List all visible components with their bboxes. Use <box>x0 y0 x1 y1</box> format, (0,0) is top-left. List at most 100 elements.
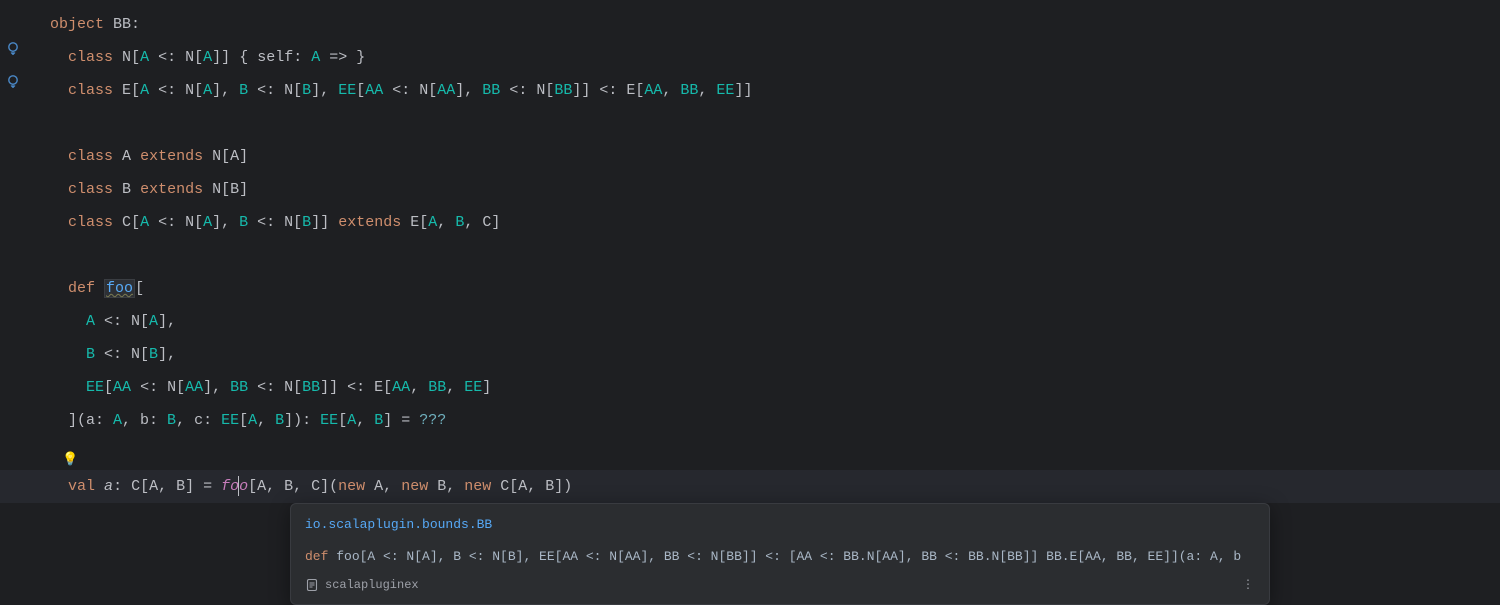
keyword: extends <box>338 214 401 231</box>
class-name: E <box>122 82 131 99</box>
val-name: a <box>104 478 113 495</box>
punct: [ <box>194 49 203 66</box>
type-param: EE <box>221 412 239 429</box>
keyword: new <box>464 478 491 495</box>
type-param: A <box>347 412 356 429</box>
object-name: BB <box>113 16 131 33</box>
type-param: B <box>374 412 383 429</box>
keyword: class <box>68 148 113 165</box>
punct: : <box>131 16 140 33</box>
type-param: AA <box>185 379 203 396</box>
type-param: AA <box>392 379 410 396</box>
call-args: [A, B, C]( <box>248 478 338 495</box>
documentation-popup[interactable]: io.scalaplugin.bounds.BB def foo[A <: N[… <box>290 503 1270 605</box>
empty-line[interactable] <box>50 437 1500 470</box>
type-param: EE <box>86 379 104 396</box>
type-param: A <box>86 313 95 330</box>
method-name: foo <box>104 279 135 298</box>
type-param: B <box>86 346 95 363</box>
keyword: new <box>401 478 428 495</box>
class-name: A <box>122 148 131 165</box>
code-area[interactable]: object BB: class N[A <: N[A]] { self: A … <box>50 8 1500 503</box>
type-args: [A, B] = <box>140 478 221 495</box>
keyword: class <box>68 82 113 99</box>
keyword: class <box>68 49 113 66</box>
punct: : <box>113 478 131 495</box>
type-param: BB <box>428 379 446 396</box>
type-param: B <box>149 346 158 363</box>
code-line[interactable]: class N[A <: N[A]] { self: A => } <box>50 41 1500 74</box>
keyword: class <box>68 181 113 198</box>
code-line[interactable]: class B extends N[B] <box>50 173 1500 206</box>
popup-signature: def foo[A <: N[A], B <: N[B], EE[AA <: N… <box>305 546 1255 568</box>
keyword: extends <box>140 181 203 198</box>
keyword: class <box>68 214 113 231</box>
code-line[interactable]: object BB: <box>50 8 1500 41</box>
popup-source-label: scalapluginex <box>325 574 419 596</box>
type-param: EE <box>464 379 482 396</box>
keyword: extends <box>140 148 203 165</box>
type-args: [A] <box>221 148 248 165</box>
placeholder: ??? <box>419 412 446 429</box>
gutter <box>0 0 30 600</box>
type-param: A <box>149 313 158 330</box>
code-line[interactable]: ](a: A, b: B, c: EE[A, B]): EE[A, B] = ?… <box>50 404 1500 437</box>
type-args: [B] <box>221 181 248 198</box>
type-param: A <box>113 412 122 429</box>
implementing-icon[interactable] <box>6 74 20 88</box>
type-param: A <box>140 49 149 66</box>
type-param: B <box>167 412 176 429</box>
text: B, <box>428 478 464 495</box>
type-param: BB <box>230 379 248 396</box>
implementing-icon[interactable] <box>6 41 20 55</box>
code-line[interactable]: def foo[ <box>50 272 1500 305</box>
punct: [ <box>131 49 140 66</box>
type-sig: [A <: N[A], B <: N[B]] <box>131 214 329 231</box>
type-ref: N <box>212 181 221 198</box>
type-param: A <box>203 49 212 66</box>
type-param: BB <box>302 379 320 396</box>
code-line[interactable]: class E[A <: N[A], B <: N[B], EE[AA <: N… <box>50 74 1500 107</box>
keyword: new <box>338 478 365 495</box>
type-ref: N <box>212 148 221 165</box>
type-ref: C <box>131 478 140 495</box>
type-args: [A, B, C] <box>419 214 500 231</box>
text: => } <box>320 49 365 66</box>
keyword: object <box>50 16 104 33</box>
punct: ] <box>221 49 230 66</box>
code-line[interactable]: EE[AA <: N[AA], BB <: N[BB]] <: E[AA, BB… <box>50 371 1500 404</box>
class-name: C <box>122 214 131 231</box>
type-param: B <box>275 412 284 429</box>
code-line[interactable]: class C[A <: N[A], B <: N[B]] extends E[… <box>50 206 1500 239</box>
keyword: def <box>68 280 95 297</box>
type-param: A <box>311 49 320 66</box>
type-param: EE <box>320 412 338 429</box>
text: A, <box>365 478 401 495</box>
popup-footer: scalapluginex ⋮ <box>305 574 1255 596</box>
code-line[interactable]: B <: N[B], <box>50 338 1500 371</box>
code-line-active[interactable]: val a: C[A, B] = foo[A, B, C](new A, new… <box>0 470 1500 503</box>
type-param: A <box>248 412 257 429</box>
more-icon[interactable]: ⋮ <box>1242 574 1255 596</box>
code-line[interactable]: A <: N[A], <box>50 305 1500 338</box>
class-name: B <box>122 181 131 198</box>
class-name: N <box>122 49 131 66</box>
type-ref: N <box>185 49 194 66</box>
empty-line[interactable] <box>50 107 1500 140</box>
popup-qualified-path[interactable]: io.scalaplugin.bounds.BB <box>305 514 1255 536</box>
code-editor[interactable]: 💡 object BB: class N[A <: N[A]] { self: … <box>0 0 1500 600</box>
file-icon <box>305 578 319 592</box>
operator: <: <box>149 49 185 66</box>
method-call: foo <box>221 478 248 495</box>
punct: ] <box>212 49 221 66</box>
code-line[interactable]: class A extends N[A] <box>50 140 1500 173</box>
type-sig: [A <: N[A], B <: N[B], EE[AA <: N[AA], B… <box>131 82 752 99</box>
punct: [ <box>135 280 144 297</box>
text: { self: <box>230 49 311 66</box>
text-cursor <box>238 476 239 496</box>
type-ref: E <box>410 214 419 231</box>
empty-line[interactable] <box>50 239 1500 272</box>
text: C[A, B]) <box>491 478 572 495</box>
popup-source-file[interactable]: scalapluginex <box>305 574 419 596</box>
type-param: AA <box>113 379 131 396</box>
